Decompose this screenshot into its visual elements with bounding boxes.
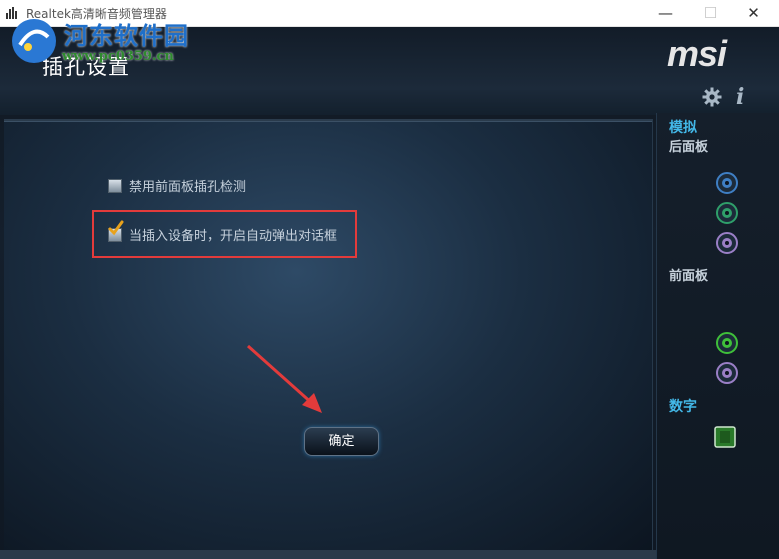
minimize-button[interactable]: — [643, 0, 688, 26]
digital-output-icon[interactable] [714, 426, 736, 448]
digital-label: 数字 [669, 399, 697, 415]
annotation-arrow-icon [247, 344, 322, 413]
mic-jack-icon[interactable] [716, 232, 738, 254]
maximize-button: ☐ [703, 4, 718, 22]
watermark-logo-icon [12, 19, 56, 63]
front-panel-label: 前面板 [669, 269, 709, 284]
option-disable-front-jack-detection[interactable]: 禁用前面板插孔检测 [108, 176, 268, 198]
line-out-jack-icon[interactable] [716, 202, 738, 224]
close-button[interactable]: ✕ [731, 0, 776, 26]
headphone-jack-icon[interactable] [716, 332, 738, 354]
rear-panel-label: 后面板 [669, 140, 709, 155]
gear-icon[interactable] [702, 87, 722, 107]
option-label: 禁用前面板插孔检测 [129, 180, 247, 195]
checkbox-disable-front-jack-detection[interactable] [108, 179, 122, 193]
jack-settings-panel [4, 119, 653, 551]
info-icon[interactable]: i [736, 84, 744, 110]
panel-divider [4, 121, 652, 122]
ok-button[interactable]: 确定 [304, 427, 379, 456]
watermark-url: www.pc0359.cn [62, 49, 174, 64]
watermark-name: 河东软件园 [64, 21, 189, 50]
bottom-strip [0, 550, 656, 559]
annotation-highlight-box [92, 210, 357, 258]
msi-logo: msi [667, 33, 727, 74]
app-body: 插孔设置 msi i 禁用前面板插孔检测 当插入设备时，开启自动弹出对话框 确定… [0, 27, 779, 559]
front-mic-jack-icon[interactable] [716, 362, 738, 384]
analog-label: 模拟 [669, 120, 697, 136]
line-in-jack-icon[interactable] [716, 172, 738, 194]
device-sidebar: 模拟 后面板 前面板 数字 [656, 113, 779, 559]
